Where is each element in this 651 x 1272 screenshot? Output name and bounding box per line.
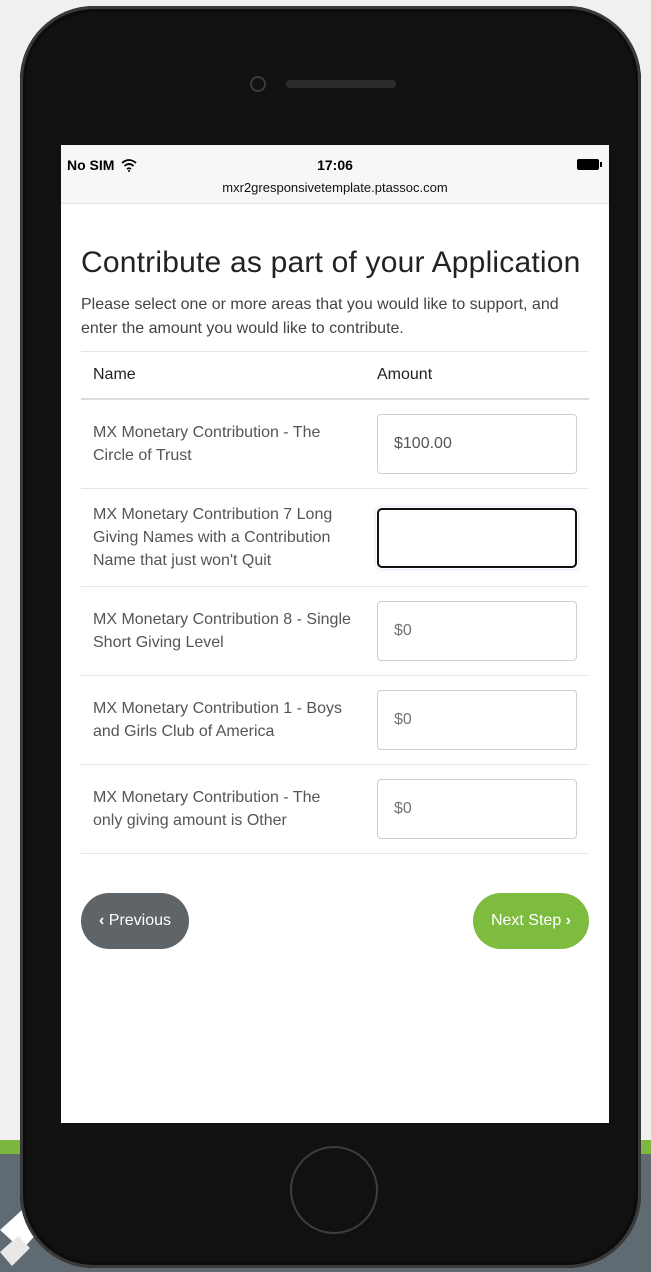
next-label: Next Step (490, 912, 562, 929)
amount-cell (365, 586, 589, 676)
column-header-amount: Amount (365, 351, 589, 400)
battery-icon (577, 159, 602, 170)
table-row: MX Monetary Contribution 8 - Single Shor… (81, 586, 589, 676)
next-step-button[interactable]: Next Step › (472, 893, 589, 949)
chevron-left-icon: ‹ (99, 912, 105, 929)
camera-icon (250, 76, 266, 92)
table-row: MX Monetary Contribution - The only givi… (81, 764, 589, 854)
contribution-name: MX Monetary Contribution - The Circle of… (81, 399, 365, 489)
table-header-row: Name Amount (81, 351, 589, 400)
column-header-name: Name (81, 351, 365, 400)
amount-cell (365, 488, 589, 587)
table-row: MX Monetary Contribution 7 Long Giving N… (81, 488, 589, 587)
status-bar: No SIM 17:06 mxr2gresponsivetemplate.pta… (61, 145, 609, 204)
contribution-name: MX Monetary Contribution 8 - Single Shor… (81, 586, 365, 676)
previous-button[interactable]: ‹ Previous (81, 893, 190, 949)
home-button[interactable] (290, 1146, 378, 1234)
address-bar-url[interactable]: mxr2gresponsivetemplate.ptassoc.com (61, 180, 609, 195)
table-row: MX Monetary Contribution 1 - Boys and Gi… (81, 675, 589, 765)
contribution-name: MX Monetary Contribution - The only givi… (81, 764, 365, 854)
page-title: Contribute as part of your Application (81, 246, 581, 279)
contribution-name: MX Monetary Contribution 1 - Boys and Gi… (81, 675, 365, 765)
phone-screen: No SIM 17:06 mxr2gresponsivetemplate.pta… (61, 145, 609, 1123)
table-row: MX Monetary Contribution - The Circle of… (81, 399, 589, 489)
chevron-right-icon: › (565, 912, 571, 929)
speaker-grille (286, 80, 396, 88)
previous-label: Previous (108, 912, 172, 929)
amount-cell (365, 675, 589, 765)
main-content: Contribute as part of your Application P… (81, 245, 589, 949)
amount-input[interactable] (376, 506, 578, 569)
clock: 17:06 (317, 157, 353, 173)
amount-input[interactable] (377, 414, 577, 474)
amount-cell (365, 399, 589, 489)
contribution-table: Name Amount MX Monetary Contribution - T… (81, 351, 589, 854)
amount-input[interactable] (377, 779, 577, 839)
contribution-name: MX Monetary Contribution 7 Long Giving N… (81, 488, 365, 587)
amount-input[interactable] (377, 601, 577, 661)
amount-cell (365, 764, 589, 854)
intro-text: Please select one or more areas that you… (81, 296, 559, 337)
amount-input[interactable] (377, 690, 577, 750)
